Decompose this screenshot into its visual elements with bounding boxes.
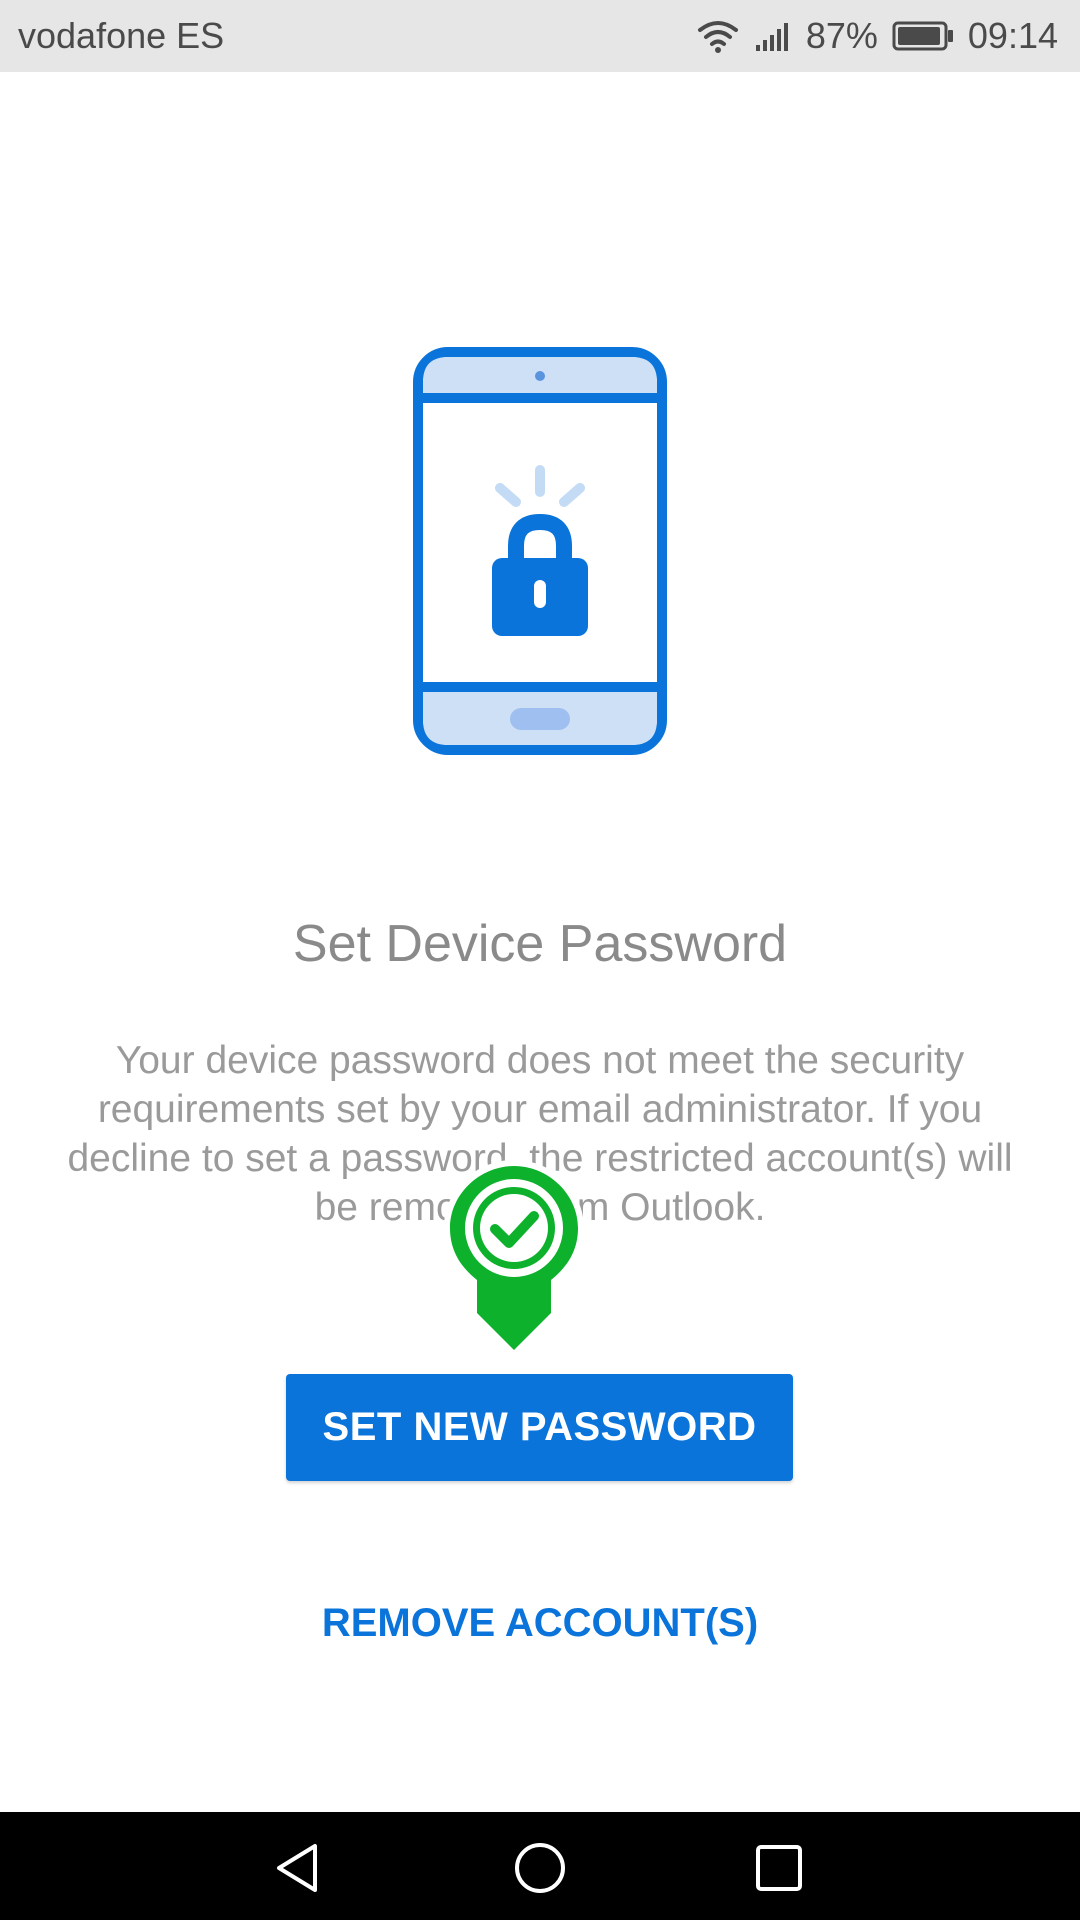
check-marker-icon [444, 1160, 584, 1358]
wifi-icon [697, 21, 738, 53]
status-bar: vodafone ES 87% 09:14 [0, 0, 1080, 72]
navigation-bar [0, 1812, 1080, 1920]
battery-percent: 87% [805, 15, 878, 56]
home-icon[interactable] [510, 1838, 570, 1898]
back-icon[interactable] [269, 1838, 329, 1898]
phone-icon [413, 347, 667, 755]
clock: 09:14 [967, 15, 1058, 56]
recent-apps-icon[interactable] [749, 1838, 809, 1898]
set-new-password-button[interactable]: SET NEW PASSWORD [286, 1374, 793, 1481]
status-icons: 87% 09:14 [696, 15, 1058, 57]
remove-accounts-button[interactable]: REMOVE ACCOUNT(S) [280, 1588, 800, 1658]
battery-icon [892, 21, 953, 51]
signal-icon [755, 23, 788, 51]
page-title: Set Device Password [292, 915, 788, 973]
carrier-label: vodafone ES [18, 15, 225, 56]
